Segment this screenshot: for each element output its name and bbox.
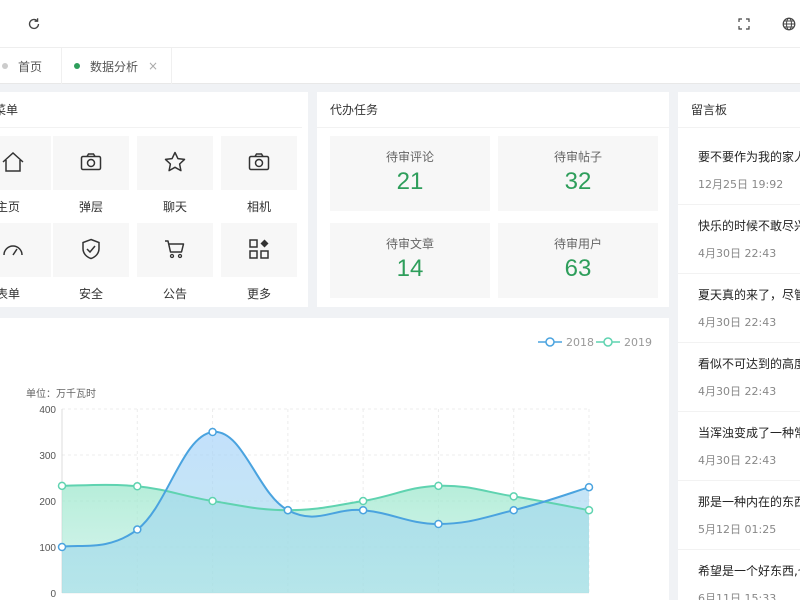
y-tick-label: 100 [39,543,56,554]
task-count: 14 [396,255,424,282]
message-date: 4月30日 22:43 [698,247,777,260]
star-icon [163,150,187,177]
camera-icon [247,150,271,177]
y-tick-label: 300 [39,451,56,462]
data-point-2019 [133,482,142,491]
menu-label: 表单 [0,287,20,301]
tab-dot-active [74,63,80,69]
cart-icon [163,237,187,264]
message-date: 4月30日 22:43 [698,316,777,329]
y-tick-label: 400 [39,405,56,416]
tab-bar: 首页 数据分析 × [0,48,800,84]
menu-tile-security[interactable] [53,223,129,277]
data-point-2019 [434,481,443,491]
menu-label: 更多 [246,287,271,301]
message-text: 希望是一个好东西,也 [698,564,800,578]
message-item[interactable]: 那是一种内在的东西 5月12日 01:25 [678,481,800,550]
message-item[interactable]: 快乐的时候不敢尽兴 4月30日 22:43 [678,205,800,274]
data-point-2018 [283,505,293,515]
message-item[interactable]: 夏天真的来了，尽管 4月30日 22:43 [678,274,800,343]
task-label: 待审评论 [385,150,434,164]
data-point-2019 [509,492,518,501]
message-date: 4月30日 22:43 [698,385,777,398]
y-tick-label: 200 [39,497,56,508]
tab-dot [2,63,8,69]
task-tile-users[interactable]: 待审用户 63 [498,223,658,298]
tasks-card-title: 代办任务 [317,92,669,128]
data-point-2019 [208,496,217,506]
gauge-icon [1,237,25,264]
message-text: 那是一种内在的东西 [698,495,800,509]
message-text: 当浑浊变成了一种常 [698,426,800,440]
shield-check-icon [79,237,103,264]
camera-icon [79,150,103,177]
data-point-2018 [509,505,518,515]
task-label: 待审用户 [553,237,602,251]
top-bar [0,0,800,48]
message-item[interactable]: 希望是一个好东西,也 6月11日 15:33 [678,550,800,600]
tasks-card: 代办任务 待审评论 21 待审帖子 32 待审文章 14 待审用户 63 [317,92,669,307]
data-point-2018 [57,542,67,552]
task-tile-comments[interactable]: 待审评论 21 [330,136,490,211]
menu-label: 主页 [0,200,20,214]
message-item[interactable]: 当浑浊变成了一种常 4月30日 22:43 [678,412,800,481]
menu-tile-popup[interactable] [53,136,129,190]
task-count: 21 [396,168,424,195]
menu-label: 弹层 [78,200,103,214]
tab-label: 首页 [18,59,43,74]
menu-card: 菜单 主页 弹层 聊天 相机 表单 安全 公告 更多 [0,92,308,307]
message-text: 看似不可达到的高度 [698,357,800,371]
menu-label: 公告 [162,287,187,301]
message-date: 12月25日 19:92 [698,178,784,191]
data-point-2018 [133,525,142,534]
home-icon [1,150,25,177]
data-point-2019 [358,496,368,506]
message-text: 夏天真的来了，尽管 [698,288,800,302]
message-board-title: 留言板 [678,92,800,128]
task-tile-posts[interactable]: 待审帖子 32 [498,136,658,211]
task-tile-articles[interactable]: 待审文章 14 [330,223,490,298]
data-point-2018 [434,519,443,529]
menu-tile-chat[interactable] [137,136,213,190]
data-point-2018 [584,482,594,492]
tab-label: 数据分析 [90,59,139,74]
data-point-2019 [584,505,594,515]
data-point-2019 [57,481,67,491]
y-tick-label: 0 [50,589,56,600]
menu-tile-form[interactable] [0,223,51,277]
message-date: 4月30日 22:43 [698,454,777,467]
menu-card-title: 菜单 [0,92,302,128]
globe-icon[interactable] [779,14,799,34]
message-date: 6月11日 15:33 [698,592,777,600]
task-label: 待审文章 [385,237,434,251]
data-point-2018 [208,427,217,437]
menu-tile-more[interactable] [221,223,297,277]
message-text: 快乐的时候不敢尽兴 [698,219,800,233]
menu-tile-home[interactable] [0,136,51,190]
apps-icon [247,237,271,264]
menu-label: 聊天 [162,200,187,214]
message-date: 5月12日 01:25 [698,523,777,536]
message-item[interactable]: 看似不可达到的高度 4月30日 22:43 [678,343,800,412]
menu-label: 安全 [78,287,103,301]
data-point-2018 [358,505,368,515]
message-board-card: 留言板 要不要作为我的家人 12月25日 19:92 快乐的时候不敢尽兴 4月3… [678,92,800,600]
message-item[interactable]: 要不要作为我的家人 12月25日 19:92 [678,136,800,205]
task-label: 待审帖子 [553,150,602,164]
tab-home[interactable]: 首页 [0,48,62,84]
message-text: 要不要作为我的家人 [698,150,800,164]
menu-tile-camera[interactable] [221,136,297,190]
refresh-icon[interactable] [24,14,44,34]
area-chart: 0 100 200 300 400 [39,405,594,600]
task-count: 63 [564,255,592,282]
menu-label: 相机 [246,200,271,214]
tab-data-analysis[interactable]: 数据分析 × [62,48,172,84]
menu-tile-notice[interactable] [137,223,213,277]
close-icon[interactable]: × [148,59,158,73]
task-count: 32 [564,168,592,195]
fullscreen-icon[interactable] [734,14,754,34]
